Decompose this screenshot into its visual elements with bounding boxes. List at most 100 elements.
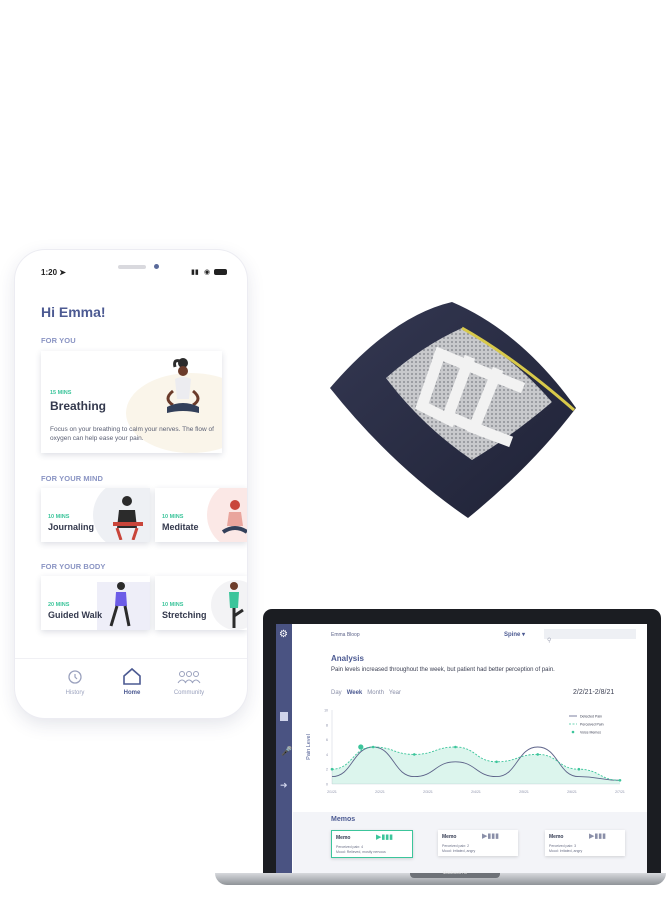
- laptop-model-label: Macbook Air: [442, 870, 468, 875]
- dashboard-sidebar: ⚙ 🎤 ➜: [276, 624, 292, 874]
- y-tick-label: 2: [326, 768, 328, 772]
- y-axis-label: Pain Level: [306, 734, 312, 760]
- tab-home[interactable]: Home: [107, 667, 157, 696]
- tab-community[interactable]: Community: [164, 669, 214, 696]
- memo-title: Memo: [336, 835, 351, 841]
- stretching-title: Stretching: [162, 610, 207, 620]
- memo-line: Perceived pain: 3: [549, 844, 577, 848]
- meditation-illustration: [166, 358, 200, 413]
- period-tabs: Day Week Month Year: [331, 690, 401, 696]
- period-tab-year[interactable]: Year: [389, 690, 401, 696]
- battery-icon: [214, 269, 227, 275]
- memo-card[interactable]: Memo ▶▮▮▮ Perceived pain: 4 Mood: Reliev…: [331, 830, 413, 858]
- tab-community-label: Community: [173, 690, 205, 696]
- memo-title: Memo: [549, 834, 564, 840]
- tab-history-label: History: [65, 690, 85, 696]
- memo-line: Perceived pain: 2: [442, 844, 470, 848]
- period-tab-week[interactable]: Week: [347, 690, 363, 696]
- perceived-pain-point: [371, 745, 375, 749]
- analysis-title: Analysis: [331, 654, 364, 663]
- memo-line: Mood: Irritated, angry: [549, 849, 583, 853]
- activity-icon[interactable]: ➜: [280, 780, 288, 791]
- meditate-card[interactable]: 10 MINS Meditate: [155, 488, 247, 542]
- guided-walk-duration: 20 MINS: [48, 602, 70, 608]
- section-for-you: FOR YOU: [41, 336, 76, 345]
- x-tick-label: 2/1/21: [327, 790, 337, 794]
- x-tick-label: 2/5/21: [519, 790, 529, 794]
- breathing-title: Breathing: [50, 399, 107, 413]
- perceived-pain-point: [454, 745, 457, 749]
- camera-dot: [154, 264, 159, 269]
- breathing-duration: 15 MINS: [50, 390, 72, 396]
- play-icon[interactable]: ▶▮▮▮: [482, 832, 499, 840]
- memo-line: Mood: Irritated, angry: [442, 849, 476, 853]
- journaling-illustration: [113, 496, 143, 540]
- section-for-your-mind: FOR YOUR MIND: [41, 474, 103, 483]
- signal-icon: ▮▮: [191, 269, 199, 276]
- y-tick-label: 10: [324, 709, 328, 713]
- walking-illustration: [109, 582, 131, 627]
- play-icon[interactable]: ▶▮▮▮: [376, 833, 393, 841]
- perceived-pain-point: [577, 767, 581, 771]
- analysis-summary: Pain levels increased throughout the wee…: [331, 667, 555, 673]
- x-tick-label: 2/4/21: [471, 790, 481, 794]
- breathing-card[interactable]: 15 MINS Breathing Focus on your breathin…: [41, 351, 222, 453]
- tab-home-label: Home: [123, 690, 141, 696]
- phone-mockup: 1:20 ➤ ▮▮ ◉ Hi Emma! FOR YOU 15 MINS Bre…: [15, 250, 247, 718]
- spine-cushion-image: [330, 302, 576, 518]
- perceived-pain-point: [536, 753, 540, 756]
- report-icon[interactable]: [280, 712, 288, 721]
- journaling-title: Journaling: [48, 522, 95, 532]
- stretching-card[interactable]: 10 MINS Stretching: [155, 576, 247, 630]
- memo-line: Mood: Relieved, mostly nervous: [336, 850, 386, 854]
- legend-label: Voice Memos: [580, 730, 601, 734]
- period-tab-day[interactable]: Day: [331, 690, 342, 696]
- y-tick-label: 4: [326, 753, 328, 757]
- community-icon: [177, 671, 201, 684]
- play-icon[interactable]: ▶▮▮▮: [589, 832, 606, 840]
- pain-level-chart: Pain Level 10 8 6 4 2 0 2/1/21 2/2/21 2/3/21 2/4/2…: [306, 709, 625, 795]
- perceived-pain-point: [412, 753, 416, 756]
- search-icon: ⚲: [547, 638, 552, 644]
- meditate-illustration: [221, 500, 247, 534]
- meditate-duration: 10 MINS: [162, 514, 184, 520]
- stretching-illustration: [229, 582, 244, 628]
- search-input[interactable]: ⚲: [544, 629, 636, 644]
- body-selector[interactable]: Spine ▾: [504, 631, 525, 638]
- perceived-pain-area: [332, 747, 620, 784]
- memo-card[interactable]: Memo ▶▮▮▮ Perceived pain: 3 Mood: Irrita…: [545, 830, 625, 856]
- stretching-duration: 10 MINS: [162, 602, 184, 608]
- memos-title: Memos: [331, 816, 356, 823]
- perceived-pain-point: [330, 767, 334, 771]
- settings-icon[interactable]: ⚙: [279, 629, 288, 640]
- tab-bar: History Home Community: [15, 658, 247, 718]
- memo-line: Perceived pain: 4: [336, 845, 364, 849]
- breathing-description: Focus on your breathing to calm your ner…: [50, 426, 214, 442]
- memo-title: Memo: [442, 834, 457, 840]
- x-tick-label: 2/6/21: [567, 790, 577, 794]
- x-tick-label: 2/7/21: [615, 790, 625, 794]
- memo-card[interactable]: Memo ▶▮▮▮ Perceived pain: 2 Mood: Irrita…: [438, 830, 518, 856]
- status-time: 1:20 ➤: [41, 268, 66, 277]
- tab-history[interactable]: History: [50, 669, 100, 696]
- guided-walk-title: Guided Walk: [48, 610, 103, 620]
- home-icon: [123, 667, 141, 685]
- legend-label: Detected Pain: [580, 714, 602, 718]
- voice-memo-point: [358, 744, 364, 750]
- y-tick-label: 8: [326, 723, 328, 727]
- section-for-your-body: FOR YOUR BODY: [41, 562, 106, 571]
- journaling-card[interactable]: 10 MINS Journaling: [41, 488, 150, 542]
- perceived-pain-point: [495, 760, 498, 764]
- greeting-title: Hi Emma!: [41, 304, 106, 320]
- microphone-icon[interactable]: 🎤: [281, 746, 292, 757]
- speaker-grill: [118, 265, 146, 269]
- wifi-icon: ◉: [204, 269, 211, 276]
- memos-panel: Memos Memo ▶▮▮▮ Perceived pain: 4 Mood: …: [293, 812, 647, 874]
- x-tick-label: 2/3/21: [423, 790, 433, 794]
- y-tick-label: 6: [326, 738, 328, 742]
- guided-walk-card[interactable]: 20 MINS Guided Walk: [41, 576, 150, 630]
- laptop-screen: ⚙ 🎤 ➜ Emma Bloop Spine ▾ ⚲ Analysis Pain…: [276, 624, 647, 874]
- perceived-pain-point: [618, 779, 622, 782]
- date-range: 2/2/21-2/8/21: [573, 689, 615, 696]
- period-tab-month[interactable]: Month: [367, 690, 384, 696]
